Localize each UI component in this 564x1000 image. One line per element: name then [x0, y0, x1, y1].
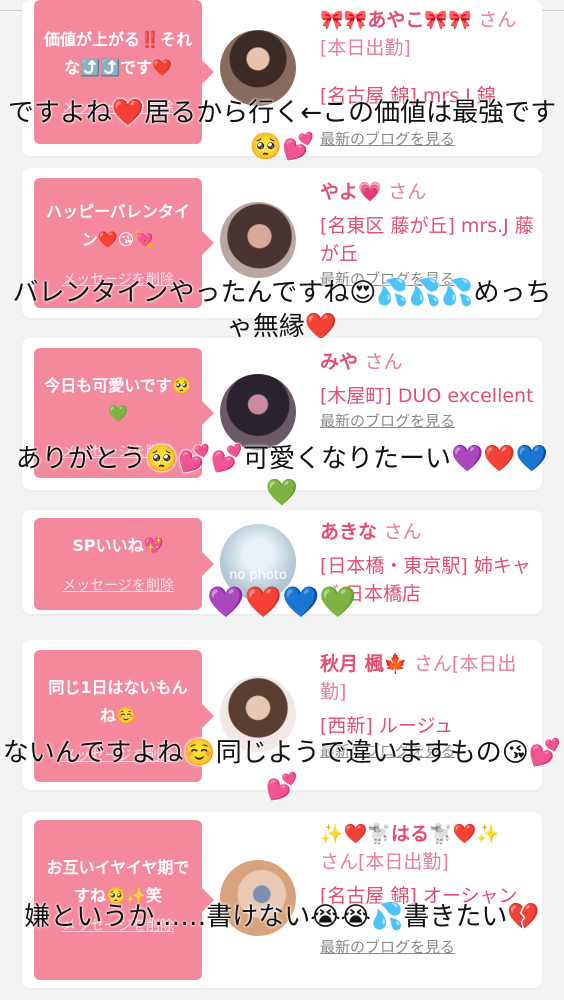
- shop-name[interactable]: [名東区 藤が丘] mrs.J 藤が丘: [320, 212, 534, 268]
- overlay-emojis: 💜❤️💙💚: [207, 585, 357, 620]
- overlay-caption: バレンタインやったんですね😍💦💦💦めっちゃ無縁❤️: [12, 278, 552, 342]
- message-text: 同じ1日はないもんね☺️: [48, 678, 188, 725]
- overlay-caption: ですよね❤️居るから行く←この価値は最強です🥺💕: [7, 98, 557, 162]
- cast-name-link[interactable]: みや さん: [320, 348, 534, 376]
- cast-name-link[interactable]: あきな さん: [320, 518, 534, 546]
- overlay-caption: ないんですよね☺️同じようで違いますもの😘💕💕: [2, 738, 562, 802]
- message-text: ハッピーバレンタイン❤️😘💘: [46, 202, 190, 249]
- cast-name-link[interactable]: 🎀🎀あやこ🎀🎀 さん[本日出勤]: [320, 6, 534, 62]
- message-text: お互いイヤイヤ期ですね🥺✨笑: [46, 858, 190, 905]
- message-text: SPいいね💖: [72, 536, 164, 555]
- overlay-caption: ありがとう🥺💕💕可愛くなりたーい💜❤️💙💚: [15, 444, 549, 508]
- cast-info: やよ💗 さん [名東区 藤が丘] mrs.J 藤が丘 最新のブログを見る: [320, 178, 534, 290]
- avatar[interactable]: [220, 202, 296, 278]
- avatar[interactable]: [220, 30, 296, 106]
- cast-info: ✨❤️🐩はる🐩❤️✨ さん[本日出勤] [名古屋 錦] オーシャン 最新のブログを…: [320, 820, 534, 958]
- latest-blog-link[interactable]: 最新のブログを見る: [320, 936, 534, 958]
- avatar[interactable]: [220, 374, 296, 450]
- cast-name-link[interactable]: 秋月 楓🍁 さん[本日出勤]: [320, 650, 534, 706]
- message-text: 今日も可愛いです🥺💚: [44, 376, 192, 423]
- latest-blog-link[interactable]: 最新のブログを見る: [320, 410, 534, 432]
- cast-info: みや さん [木屋町] DUO excellent 最新のブログを見る: [320, 348, 534, 432]
- message-text: 価値が上がる‼️それな⤴️⤴️です❤️: [44, 30, 192, 77]
- cast-name-link[interactable]: ✨❤️🐩はる🐩❤️✨ さん[本日出勤]: [320, 820, 534, 876]
- shop-name[interactable]: [木屋町] DUO excellent: [320, 382, 534, 410]
- cast-name-link[interactable]: やよ💗 さん: [320, 178, 534, 206]
- overlay-caption: 嫌というか……書けない😭😭💦書きたい💔: [24, 902, 540, 932]
- no-photo-label: no photo: [229, 568, 287, 583]
